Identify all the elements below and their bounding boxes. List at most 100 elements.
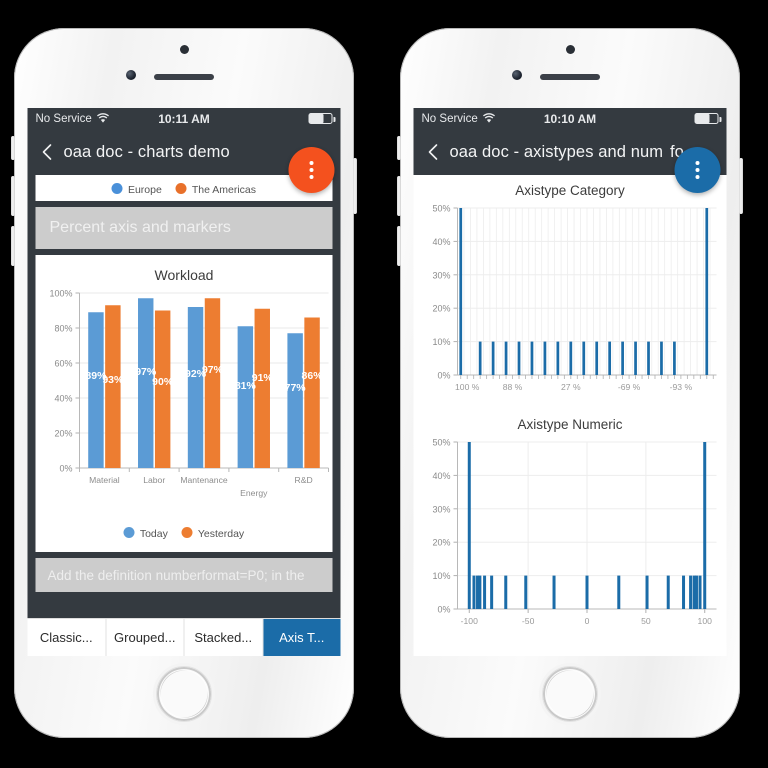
overflow-dot [695, 161, 700, 165]
screenshot-stage: No Service 10:11 AM oaa doc - charts dem… [0, 0, 768, 768]
proximity-sensor-icon [180, 45, 189, 54]
overflow-dot [309, 168, 314, 172]
clock-label: 10:11 AM [158, 111, 210, 126]
legend-swatch [181, 527, 193, 538]
legend-label: Yesterday [197, 528, 245, 540]
clock-label: 10:10 AM [543, 111, 597, 126]
workload-bar-chart[interactable]: 0% 20% 40% 60% 80% 100% Material Labor Mantenanc… [40, 285, 337, 520]
svg-text:0%: 0% [59, 464, 72, 474]
workload-legend: Today Yesterday [40, 520, 329, 548]
svg-text:91%: 91% [252, 372, 274, 384]
overflow-dot [695, 168, 700, 172]
svg-text:86%: 86% [302, 370, 324, 382]
legend-swatch [175, 183, 187, 194]
tab-axis-types[interactable]: Axis T... [263, 619, 341, 656]
axistype-numeric-chart[interactable]: 0% 10% 20% 30% 40% 50% -100 -50 0 50 100 [418, 434, 727, 639]
svg-text:77%: 77% [285, 382, 307, 394]
legend-label: The Americas [191, 184, 257, 196]
content-scroll-right[interactable]: Axistype Category 0% 10% 20% 30% 40% 50% 100 %… [413, 175, 727, 656]
tab-classic[interactable]: Classic... [28, 619, 106, 656]
app-bar: oaa doc - charts demo [27, 129, 341, 193]
svg-text:10%: 10% [432, 337, 450, 347]
tab-bar: Classic... Grouped... Stacked... Axis T.… [27, 618, 341, 656]
content-scroll-left[interactable]: 1/1/2017 1/1/2017 1/1/2 Europe The Ameri… [27, 175, 341, 656]
volume-up-button[interactable] [397, 176, 401, 216]
silent-switch[interactable] [11, 136, 15, 160]
workload-chart-card: Workload 0% 20% 40% 60% 80% 100% Material Labor… [35, 255, 333, 552]
svg-text:0: 0 [585, 616, 590, 626]
svg-text:Material: Material [89, 475, 120, 485]
svg-text:-69 %: -69 % [618, 382, 641, 392]
axistype-category-chart[interactable]: 0% 10% 20% 30% 40% 50% 100 % 88 % 27 % -69 % -93 % [418, 200, 727, 405]
svg-text:20%: 20% [432, 538, 450, 548]
volume-down-button[interactable] [397, 226, 401, 266]
status-bar-right [694, 113, 721, 124]
legend-item: Europe [111, 180, 162, 198]
overflow-dot [309, 161, 314, 165]
svg-text:Labor: Labor [143, 475, 165, 485]
svg-text:Energy: Energy [240, 488, 268, 498]
svg-text:10%: 10% [432, 571, 450, 581]
phone-right: No Service 10:10 AM oaa doc - axistypes … [397, 28, 743, 738]
silent-switch[interactable] [397, 136, 401, 160]
hint-banner: Add the definition numberformat=P0; in t… [35, 558, 333, 592]
svg-text:30%: 30% [432, 270, 450, 280]
legend-label: Europe [127, 184, 162, 196]
svg-text:40%: 40% [54, 394, 72, 404]
svg-text:80%: 80% [54, 324, 72, 334]
front-camera-icon [126, 70, 136, 80]
legend-item-today: Today [123, 524, 168, 542]
svg-text:100%: 100% [49, 289, 72, 299]
svg-text:50: 50 [641, 616, 651, 626]
legend-item: The Americas [175, 180, 257, 198]
chart-title: Workload [154, 267, 214, 283]
clipped-axis-label: 1/1/2017 [175, 175, 206, 177]
legend-label: Today [139, 528, 168, 540]
back-chevron-icon[interactable] [38, 142, 58, 162]
axistype-category-card: Axistype Category 0% 10% 20% 30% 40% 50% 100 %… [413, 175, 727, 409]
svg-text:50%: 50% [432, 438, 450, 448]
previous-chart-legend: Europe The Americas [36, 175, 333, 198]
svg-text:50%: 50% [432, 204, 450, 214]
previous-chart-card-partial: 1/1/2017 1/1/2017 1/1/2 Europe The Ameri… [35, 175, 333, 201]
svg-text:60%: 60% [54, 359, 72, 369]
home-button[interactable] [542, 666, 598, 722]
app-bar: oaa doc - axistypes and num fo... [413, 129, 727, 193]
battery-icon [694, 113, 721, 124]
svg-text:27 %: 27 % [561, 382, 581, 392]
svg-text:-50: -50 [522, 616, 535, 626]
volume-down-button[interactable] [11, 226, 15, 266]
tab-stacked[interactable]: Stacked... [185, 619, 263, 656]
section-header-percent-axis: Percent axis and markers [35, 207, 333, 249]
svg-text:-100: -100 [461, 616, 478, 626]
power-button[interactable] [739, 158, 743, 214]
svg-text:20%: 20% [54, 429, 72, 439]
svg-text:40%: 40% [432, 471, 450, 481]
back-chevron-icon[interactable] [424, 142, 444, 162]
tab-grouped[interactable]: Grouped... [106, 619, 185, 656]
overflow-menu-button[interactable] [674, 147, 721, 193]
svg-text:Mantenance: Mantenance [180, 475, 228, 485]
volume-up-button[interactable] [11, 176, 15, 216]
svg-text:-93 %: -93 % [670, 382, 693, 392]
phone-left: No Service 10:11 AM oaa doc - charts dem… [11, 28, 357, 738]
page-title: oaa doc - charts demo [63, 142, 230, 161]
home-button[interactable] [156, 666, 212, 722]
svg-text:30%: 30% [432, 504, 450, 514]
legend-swatch [111, 183, 123, 194]
status-bar: No Service 10:10 AM [413, 108, 727, 129]
svg-text:88 %: 88 % [503, 382, 523, 392]
earpiece-speaker [540, 74, 600, 80]
svg-text:R&D: R&D [295, 475, 313, 485]
power-button[interactable] [353, 158, 357, 214]
svg-text:90%: 90% [152, 376, 174, 388]
overflow-menu-button[interactable] [288, 147, 335, 193]
svg-text:0%: 0% [437, 371, 450, 381]
axistype-numeric-card: Axistype Numeric 0% 10% 20% 30% 40% 50% -100 -5… [413, 409, 727, 643]
clipped-axis-label: 1/1/2017 [72, 175, 103, 177]
svg-text:40%: 40% [432, 237, 450, 247]
svg-text:100 %: 100 % [455, 382, 480, 392]
screen-right: No Service 10:10 AM oaa doc - axistypes … [413, 108, 727, 656]
earpiece-speaker [154, 74, 214, 80]
battery-icon [308, 113, 335, 124]
